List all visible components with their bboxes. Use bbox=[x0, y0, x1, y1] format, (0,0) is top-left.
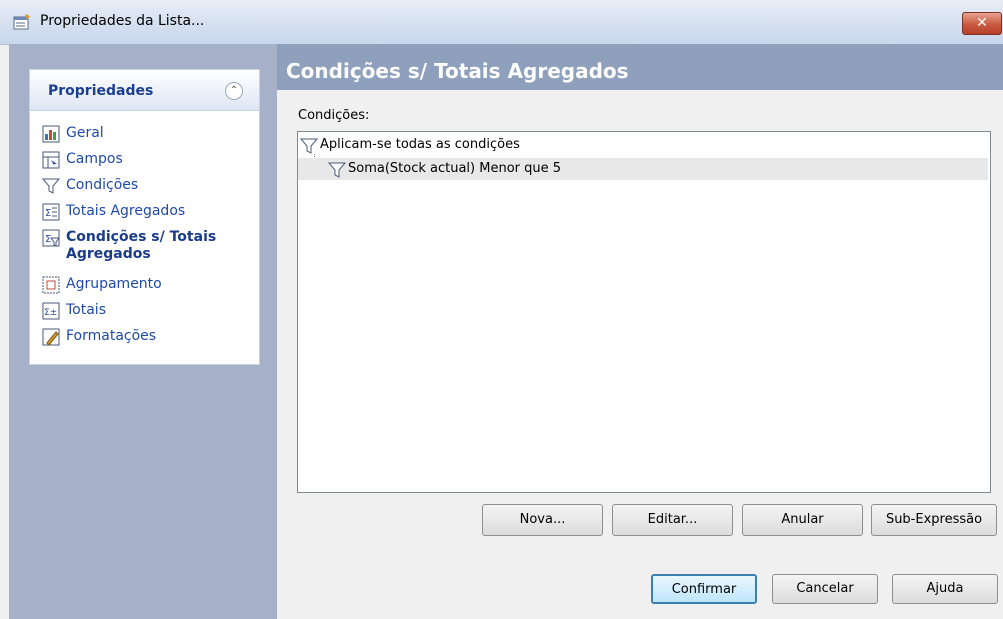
properties-panel-header[interactable]: Propriedades ⌃ bbox=[30, 70, 259, 111]
sidebar-item-label: Totais Agregados bbox=[66, 203, 186, 219]
cancel-button[interactable]: Cancelar bbox=[772, 574, 878, 604]
tree-root-label: Aplicam-se todas as condições bbox=[320, 137, 520, 152]
help-button-label: Ajuda bbox=[926, 581, 964, 596]
sidebar-item-label: Agrupamento bbox=[66, 276, 162, 292]
edit-button[interactable]: Editar... bbox=[612, 504, 733, 536]
sidebar-item-label: Formatações bbox=[66, 328, 157, 344]
formatting-icon bbox=[42, 328, 60, 346]
new-button-label: Nova... bbox=[519, 512, 566, 527]
grouping-icon bbox=[42, 276, 60, 294]
sidebar-item-totais-agregados[interactable]: Σ Totais Agregados bbox=[42, 201, 257, 223]
close-button[interactable]: ✕ bbox=[962, 12, 1002, 35]
sidebar-item-condicoes[interactable]: Condições bbox=[42, 175, 257, 197]
page-header: Condições s/ Totais Agregados bbox=[277, 44, 1003, 90]
page-title: Condições s/ Totais Agregados bbox=[286, 59, 629, 83]
properties-panel-title: Propriedades bbox=[48, 83, 154, 99]
cancel-button-label: Cancelar bbox=[796, 581, 854, 596]
aggregate-totals-icon: Σ bbox=[42, 203, 60, 221]
sidebar-item-geral[interactable]: Geral bbox=[42, 123, 257, 145]
filter-icon bbox=[42, 178, 60, 194]
sidebar-item-label: Campos bbox=[66, 151, 123, 167]
conditions-tree[interactable]: Aplicam-se todas as condições Soma(Stock… bbox=[297, 131, 991, 493]
close-icon: ✕ bbox=[976, 15, 988, 31]
subexpression-button[interactable]: Sub-Expressão bbox=[871, 504, 997, 536]
new-button[interactable]: Nova... bbox=[482, 504, 603, 536]
window-title: Propriedades da Lista... bbox=[40, 13, 205, 29]
svg-text:Σ: Σ bbox=[45, 208, 51, 219]
sidebar-item-agrupamento[interactable]: Agrupamento bbox=[42, 274, 257, 296]
general-icon bbox=[42, 125, 60, 143]
confirm-button[interactable]: Confirmar bbox=[651, 574, 757, 604]
sidebar-item-totais[interactable]: Σ± Totais bbox=[42, 300, 257, 322]
properties-dialog: Propriedades da Lista... ✕ Propriedades … bbox=[0, 0, 1003, 619]
svg-text:Σ±: Σ± bbox=[44, 308, 57, 318]
sidebar-item-label: Condições s/ Totais Agregados bbox=[66, 229, 217, 262]
conditions-label: Condições: bbox=[298, 108, 370, 123]
collapse-icon[interactable]: ⌃ bbox=[225, 82, 243, 100]
title-bar: Propriedades da Lista... ✕ bbox=[0, 0, 1003, 45]
confirm-button-label: Confirmar bbox=[671, 582, 737, 597]
fields-icon bbox=[42, 151, 60, 169]
tree-child-label: Soma(Stock actual) Menor que 5 bbox=[348, 161, 562, 176]
delete-button[interactable]: Anular bbox=[742, 504, 863, 536]
filter-icon bbox=[300, 138, 318, 154]
svg-text:Σ: Σ bbox=[45, 234, 51, 245]
sidebar: Propriedades ⌃ Geral Campos Condições Σ … bbox=[9, 44, 277, 619]
sidebar-item-condicoes-totais-agregados[interactable]: Σ Condições s/ Totais Agregados bbox=[42, 227, 257, 271]
totals-icon: Σ± bbox=[42, 302, 60, 320]
filter-icon bbox=[328, 162, 346, 178]
delete-button-label: Anular bbox=[781, 512, 824, 527]
sidebar-item-label: Totais bbox=[66, 302, 106, 318]
sidebar-item-label: Condições bbox=[66, 177, 139, 193]
tree-root-node[interactable]: Aplicam-se todas as condições bbox=[298, 134, 988, 156]
sidebar-item-label: Geral bbox=[66, 125, 104, 141]
edit-button-label: Editar... bbox=[647, 512, 698, 527]
subexpression-button-label: Sub-Expressão bbox=[885, 512, 983, 527]
sidebar-item-campos[interactable]: Campos bbox=[42, 149, 257, 171]
properties-app-icon bbox=[13, 14, 30, 30]
aggregate-conditions-icon: Σ bbox=[42, 229, 60, 247]
properties-panel: Propriedades ⌃ Geral Campos Condições Σ … bbox=[29, 69, 260, 365]
help-button[interactable]: Ajuda bbox=[892, 574, 998, 604]
tree-child-node[interactable]: Soma(Stock actual) Menor que 5 bbox=[298, 158, 988, 180]
sidebar-item-formatacoes[interactable]: Formatações bbox=[42, 326, 257, 348]
